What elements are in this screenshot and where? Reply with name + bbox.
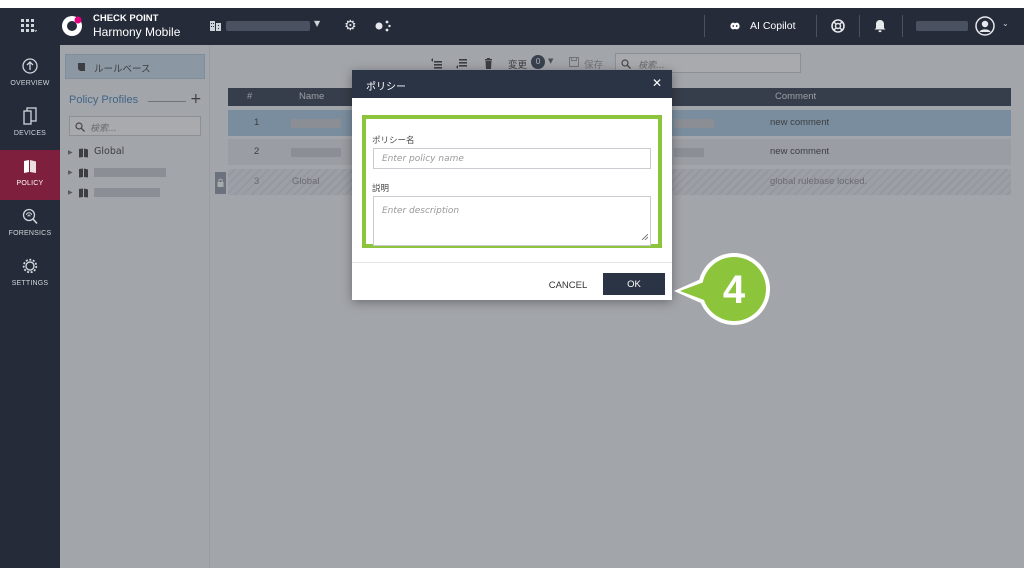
copilot-button[interactable]: AI Copilot xyxy=(750,20,796,32)
product-name: Harmony Mobile xyxy=(93,25,181,39)
user-menu-chevron-down-icon[interactable]: ⌄ xyxy=(1002,19,1009,28)
share-icon[interactable] xyxy=(374,18,392,34)
nav-item-devices[interactable]: DEVICES xyxy=(0,100,60,150)
step-callout: 4 xyxy=(674,253,770,325)
top-separator xyxy=(902,15,903,37)
nav-label: POLICY xyxy=(16,180,44,187)
check-point-logo-icon xyxy=(62,16,82,36)
devices-icon xyxy=(23,107,37,125)
nav-label: OVERVIEW xyxy=(10,80,50,87)
notification-bell-icon[interactable] xyxy=(873,18,887,33)
policy-name-input[interactable] xyxy=(373,148,651,169)
nav-item-settings[interactable]: SETTINGS xyxy=(0,250,60,300)
nav-label: SETTINGS xyxy=(11,280,49,287)
nav-item-overview[interactable]: OVERVIEW xyxy=(0,50,60,100)
nav-label: DEVICES xyxy=(13,130,47,137)
dialog-title: ポリシー xyxy=(366,82,406,93)
top-separator xyxy=(704,15,705,37)
gear-icon xyxy=(22,258,38,274)
policy-icon xyxy=(24,160,36,173)
dialog-footer-divider xyxy=(352,262,672,263)
top-bar: CHECK POINT Harmony Mobile ▼ ⚙ AI Copilo… xyxy=(0,8,1024,45)
left-navigation: OVERVIEW DEVICES POLICY FORENSICS SETTIN… xyxy=(0,45,60,568)
description-textarea[interactable] xyxy=(373,196,651,246)
forensics-icon xyxy=(22,208,38,225)
copilot-icon[interactable] xyxy=(727,21,743,31)
help-lifebuoy-icon[interactable] xyxy=(831,19,845,33)
close-icon[interactable]: ✕ xyxy=(652,76,662,90)
nav-item-forensics[interactable]: FORENSICS xyxy=(0,200,60,250)
nav-item-policy[interactable]: POLICY xyxy=(0,150,60,200)
top-separator xyxy=(859,15,860,37)
tenant-chevron-down-icon[interactable]: ▼ xyxy=(314,19,320,28)
user-avatar-icon[interactable] xyxy=(975,16,995,36)
cancel-button[interactable]: CANCEL xyxy=(537,274,599,296)
tenant-icon xyxy=(210,21,221,31)
ok-button[interactable]: OK xyxy=(603,273,665,295)
app-grid-icon[interactable] xyxy=(21,19,37,33)
settings-gear-icon[interactable]: ⚙ xyxy=(344,18,357,34)
policy-name-label: ポリシー名 xyxy=(372,136,415,146)
arrow-up-circle-icon xyxy=(22,58,38,74)
dialog-header: ポリシー ✕ xyxy=(352,70,672,98)
resize-grip-icon[interactable] xyxy=(642,234,648,240)
description-label: 説明 xyxy=(372,184,390,194)
top-separator xyxy=(816,15,817,37)
step-number: 4 xyxy=(723,268,746,312)
policy-dialog: ポリシー ✕ ポリシー名 説明 CANCEL OK xyxy=(352,70,672,300)
tenant-selector[interactable] xyxy=(226,21,310,31)
brand-name: CHECK POINT xyxy=(93,13,159,24)
nav-label: FORENSICS xyxy=(8,230,52,237)
user-name[interactable] xyxy=(916,21,968,31)
